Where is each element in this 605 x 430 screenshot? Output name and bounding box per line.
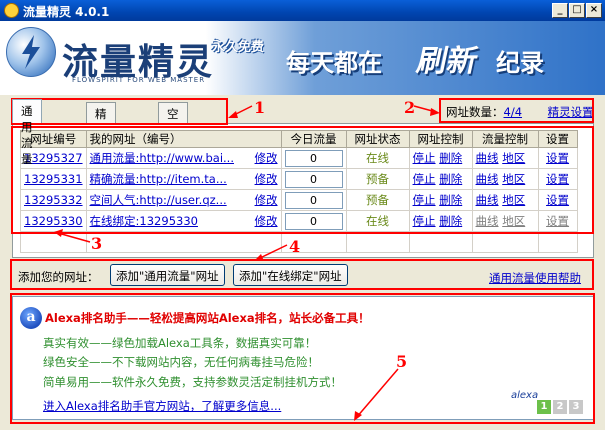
- traffic-input[interactable]: 0: [284, 170, 343, 188]
- settings-link[interactable]: 设置: [546, 172, 569, 186]
- edit-link[interactable]: 修改: [255, 192, 278, 208]
- site-url[interactable]: 在线绑定:13295330: [90, 214, 198, 228]
- region-link[interactable]: 地区: [502, 172, 525, 186]
- site-id[interactable]: 13295327: [24, 151, 83, 165]
- alexa-logo-icon: a: [20, 307, 42, 329]
- tab-general-traffic[interactable]: 通用流量: [12, 99, 42, 166]
- status-text: 预备: [345, 168, 410, 190]
- table-row: 13295332 空间人气:http://user.qz... 修改 0 预备 …: [20, 189, 578, 211]
- site-url[interactable]: 空间人气:http://user.qz...: [90, 193, 227, 207]
- title-bar: 流量精灵 4.0.1 _ □ ×: [0, 0, 605, 21]
- tab-space-popularity[interactable]: 空间人气: [158, 102, 188, 169]
- status-text: 预备: [345, 189, 410, 211]
- region-link[interactable]: 地区: [502, 151, 525, 165]
- logo-tag: 永久免费: [212, 40, 265, 55]
- site-id[interactable]: 13295330: [24, 214, 83, 228]
- ad-page-3[interactable]: 3: [569, 400, 583, 414]
- alexa-site-link[interactable]: 进入Alexa排名助手官方网站，了解更多信息...: [43, 398, 281, 414]
- spirit-settings-link[interactable]: 精灵设置: [548, 105, 594, 119]
- annotation-label-2: 2: [404, 98, 416, 117]
- table-row: 13295330 在线绑定:13295330 修改 0 在线 停止 删除 曲线 …: [20, 210, 578, 232]
- edit-link[interactable]: 修改: [255, 213, 278, 229]
- settings-link[interactable]: 设置: [546, 151, 569, 165]
- annotation-label-3: 3: [91, 234, 103, 253]
- minimize-button[interactable]: _: [552, 3, 568, 18]
- slogan-part-b: 刷新: [413, 44, 481, 79]
- col-header-settings: 设置: [537, 130, 578, 148]
- tab-precise-traffic[interactable]: 精确流量: [86, 102, 116, 169]
- app-icon: [4, 3, 19, 18]
- site-id[interactable]: 13295332: [24, 193, 83, 207]
- traffic-input[interactable]: 0: [284, 191, 343, 209]
- col-header-status: 网址状态: [345, 130, 410, 148]
- traffic-input[interactable]: 0: [284, 212, 343, 230]
- delete-link[interactable]: 删除: [439, 172, 462, 186]
- add-site-label: 添加您的网址：: [18, 270, 99, 284]
- delete-link[interactable]: 删除: [439, 151, 462, 165]
- stop-link[interactable]: 停止: [413, 151, 436, 165]
- annotation-box-1: [11, 98, 228, 125]
- table-row: 13295331 精确流量:http://item.ta... 修改 0 预备 …: [20, 168, 578, 190]
- stop-link[interactable]: 停止: [413, 172, 436, 186]
- annotation-label-5: 5: [396, 352, 408, 371]
- delete-link[interactable]: 删除: [439, 214, 462, 228]
- status-text: 在线: [345, 210, 410, 232]
- add-general-traffic-button[interactable]: 添加"通用流量"网址: [110, 264, 225, 286]
- region-link[interactable]: 地区: [502, 214, 525, 228]
- logo-subtitle: FLOWSPIRIT FOR WEB MASTER: [72, 76, 206, 84]
- settings-link[interactable]: 设置: [546, 214, 569, 228]
- window-title: 流量精灵 4.0.1: [23, 5, 110, 19]
- ad-line: 简单易用——软件永久免费，支持参数灵活定制挂机方式！: [43, 375, 342, 389]
- settings-link[interactable]: 设置: [546, 193, 569, 207]
- delete-link[interactable]: 删除: [439, 193, 462, 207]
- curve-link[interactable]: 曲线: [476, 193, 499, 207]
- col-header-url: 我的网址（编号）: [85, 130, 282, 148]
- site-count-value[interactable]: 4/4: [504, 105, 523, 119]
- edit-link[interactable]: 修改: [255, 150, 278, 166]
- table-header-row: 网址编号 我的网址（编号） 今日流量 网址状态 网址控制 流量控制 设置: [20, 130, 578, 148]
- add-online-bind-button[interactable]: 添加"在线绑定"网址: [233, 264, 348, 286]
- traffic-input[interactable]: 0: [284, 149, 343, 167]
- slogan-part-c: 纪录: [496, 49, 544, 77]
- banner: 流量精灵 永久免费 FLOWSPIRIT FOR WEB MASTER 每天都在…: [0, 21, 605, 95]
- maximize-button[interactable]: □: [569, 3, 585, 18]
- site-id[interactable]: 13295331: [24, 172, 83, 186]
- ad-line: 真实有效——绿色加载Alexa工具条，数据真实可靠！: [43, 336, 317, 350]
- ad-line: 绿色安全——不下载网站内容，无任何病毒挂马危险！: [43, 355, 319, 369]
- annotation-label-4: 4: [289, 237, 301, 256]
- table-row: 13295327 通用流量:http://www.bai... 修改 0 在线 …: [20, 147, 578, 169]
- stop-link[interactable]: 停止: [413, 193, 436, 207]
- site-count-area: 网址数量：4/4 精灵设置: [446, 104, 594, 120]
- alexa-brand-text: alexa: [511, 390, 539, 401]
- site-url[interactable]: 通用流量:http://www.bai...: [90, 151, 234, 165]
- slogan-part-a: 每天都在: [286, 49, 382, 77]
- lightning-icon: [22, 35, 40, 69]
- alexa-ad-panel: a Alexa排名助手——轻松提高网站Alexa排名，站长必备工具！ 真实有效—…: [12, 296, 594, 420]
- site-count-label: 网址数量：: [446, 105, 504, 119]
- status-text: 在线: [345, 147, 410, 169]
- ad-page-2[interactable]: 2: [553, 400, 567, 414]
- edit-link[interactable]: 修改: [255, 171, 278, 187]
- stop-link[interactable]: 停止: [413, 214, 436, 228]
- site-table: 网址编号 我的网址（编号） 今日流量 网址状态 网址控制 流量控制 设置 132…: [20, 130, 578, 253]
- curve-link[interactable]: 曲线: [476, 172, 499, 186]
- col-header-traffic-control: 流量控制: [471, 130, 539, 148]
- col-header-url-control: 网址控制: [408, 130, 473, 148]
- annotation-label-1: 1: [254, 98, 266, 117]
- site-url[interactable]: 精确流量:http://item.ta...: [90, 172, 227, 186]
- region-link[interactable]: 地区: [502, 193, 525, 207]
- add-site-bar: 添加您的网址： 添加"通用流量"网址 添加"在线绑定"网址 通用流量使用帮助: [12, 262, 594, 288]
- ad-title: Alexa排名助手——轻松提高网站Alexa排名，站长必备工具！: [45, 311, 370, 325]
- general-traffic-help-link[interactable]: 通用流量使用帮助: [489, 270, 581, 286]
- close-button[interactable]: ×: [586, 3, 602, 18]
- col-header-traffic: 今日流量: [280, 130, 347, 148]
- curve-link[interactable]: 曲线: [476, 214, 499, 228]
- ad-page-1[interactable]: 1: [537, 400, 551, 414]
- curve-link[interactable]: 曲线: [476, 151, 499, 165]
